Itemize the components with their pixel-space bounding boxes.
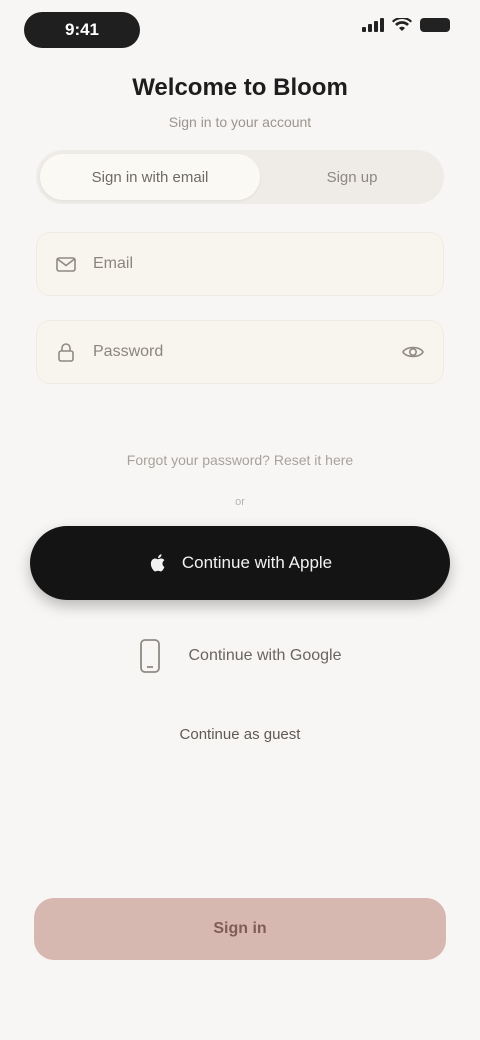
- wifi-icon: [392, 18, 412, 31]
- tab-sign-up[interactable]: Sign up: [264, 154, 440, 200]
- mail-icon: [56, 257, 76, 272]
- page-subtitle: Sign in to your account: [168, 114, 312, 130]
- password-field[interactable]: [36, 320, 444, 384]
- apple-signin-button[interactable]: Continue with Apple: [30, 526, 450, 600]
- lock-icon: [58, 343, 74, 362]
- email-field[interactable]: [36, 232, 444, 296]
- apple-button-label: Continue with Apple: [181, 553, 333, 572]
- status-icons: [362, 18, 450, 32]
- eye-icon[interactable]: [401, 340, 425, 364]
- login-screen: 9:41 Welcome to Bloom Sign in to your ac…: [0, 0, 480, 1040]
- status-bar: 9:41: [0, 0, 480, 60]
- google-button-label: Continue with Google: [188, 647, 342, 664]
- guest-link[interactable]: Continue as guest: [0, 726, 480, 743]
- forgot-password-link[interactable]: Forgot your password? Reset it here: [0, 452, 480, 468]
- password-input[interactable]: [91, 342, 391, 362]
- tab-sign-in[interactable]: Sign in with email: [40, 154, 260, 200]
- email-input[interactable]: [91, 254, 425, 274]
- google-signin-button[interactable]: Continue with Google: [80, 628, 400, 684]
- battery-icon: [420, 18, 450, 32]
- status-time: 9:41: [24, 12, 140, 48]
- apple-icon: [150, 554, 165, 572]
- sign-in-button[interactable]: Sign in: [34, 898, 446, 960]
- signal-icon: [362, 18, 384, 32]
- or-divider: or: [235, 496, 245, 508]
- auth-tabs: Sign in with email Sign up: [36, 150, 444, 204]
- phone-icon: [139, 639, 160, 673]
- page-title: Welcome to Bloom: [132, 74, 348, 101]
